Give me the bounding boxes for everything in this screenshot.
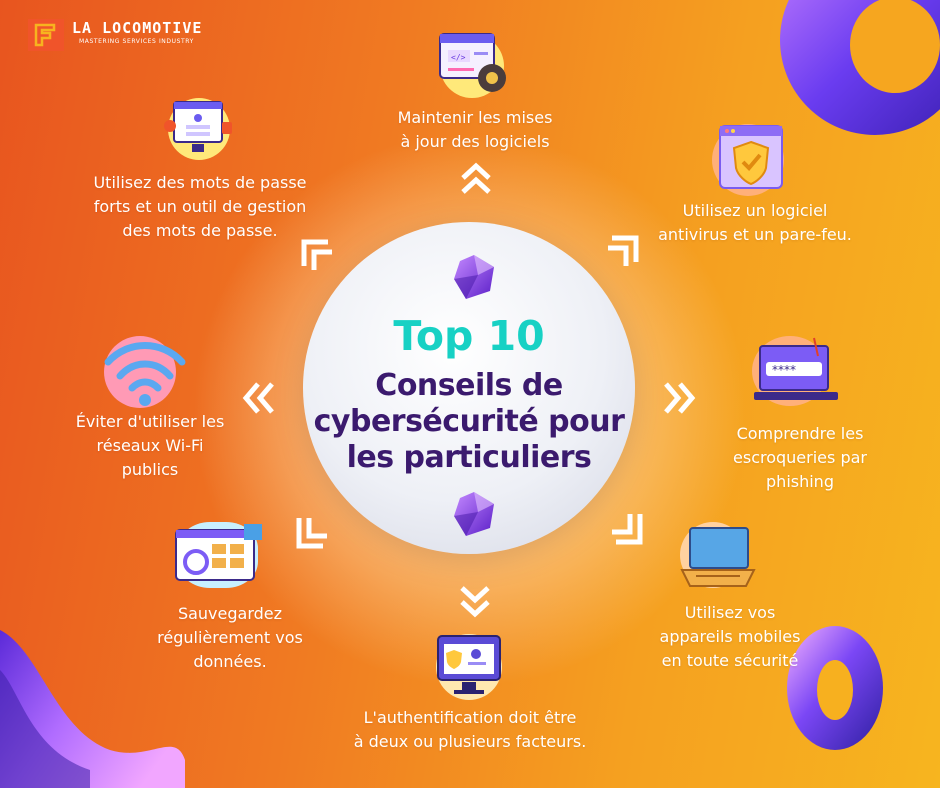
tip-passwords: Utilisez des mots de passe forts et un o… xyxy=(80,171,320,243)
center-title: Top 10 xyxy=(393,312,545,360)
wifi-icon xyxy=(104,336,186,408)
center-subtitle: Conseils de cybersécurité pour les parti… xyxy=(303,368,635,476)
tip-mobile-line2: appareils mobiles xyxy=(659,627,801,646)
tip-phishing: Comprendre les escroqueries par phishing xyxy=(700,422,900,494)
tip-wifi-line3: publics xyxy=(121,460,179,479)
logo-name: LA LOCOMOTIVE xyxy=(72,19,203,37)
tip-wifi-line2: réseaux Wi-Fi xyxy=(96,436,204,455)
tip-backup-line1: Sauvegardez xyxy=(177,604,283,623)
arrow-down xyxy=(458,584,492,624)
center-subtitle-line3: les particuliers xyxy=(346,440,592,475)
tip-phishing-line2: escroqueries par xyxy=(733,448,867,467)
tip-antivirus: Utilisez un logiciel antivirus et un par… xyxy=(640,199,870,247)
gem-icon-bottom xyxy=(454,492,494,536)
tip-backup-line3: données. xyxy=(193,652,267,671)
tip-antivirus-line1: Utilisez un logiciel xyxy=(682,201,828,220)
tip-passwords-line3: des mots de passe. xyxy=(122,221,278,240)
code-settings-icon: </> xyxy=(439,33,506,98)
tip-mfa-line1: L'authentification doit être xyxy=(363,708,577,727)
tip-mobile-line1: Utilisez vos xyxy=(684,603,776,622)
arrow-down-right xyxy=(606,508,646,552)
tip-passwords-line2: forts et un outil de gestion xyxy=(93,197,307,216)
login-screen-icon xyxy=(164,98,232,160)
tip-backup: Sauvegardez régulièrement vos données. xyxy=(130,602,330,674)
tip-wifi-line1: Éviter d'utiliser les xyxy=(75,412,225,431)
tip-mfa-line2: à deux ou plusieurs facteurs. xyxy=(353,732,587,751)
backup-dashboard-icon xyxy=(175,522,262,588)
tip-phishing-line3: phishing xyxy=(766,472,834,491)
laptop-icon xyxy=(680,522,756,588)
arrow-right xyxy=(662,380,698,420)
tip-updates-line1: Maintenir les mises xyxy=(397,108,553,127)
tip-updates: Maintenir les mises à jour des logiciels xyxy=(370,106,580,154)
arrow-left xyxy=(240,380,276,420)
logo-mark-icon xyxy=(28,19,64,51)
tip-mfa: L'authentification doit être à deux ou p… xyxy=(340,706,600,754)
svg-text:****: **** xyxy=(772,363,796,377)
tip-phishing-line1: Comprendre les xyxy=(736,424,864,443)
arrow-down-left xyxy=(293,512,333,556)
arrow-up xyxy=(459,160,493,202)
logo-tagline: MASTERING SERVICES INDUSTRY xyxy=(79,38,194,45)
tip-updates-line2: à jour des logiciels xyxy=(400,132,550,151)
profile-shield-icon xyxy=(436,634,502,700)
arrow-up-right xyxy=(602,232,642,276)
tip-mobile: Utilisez vos appareils mobiles en toute … xyxy=(640,601,820,673)
center-subtitle-line1: Conseils de xyxy=(375,368,563,403)
tip-backup-line2: régulièrement vos xyxy=(157,628,303,647)
tip-passwords-line1: Utilisez des mots de passe xyxy=(93,173,307,192)
center-subtitle-line2: cybersécurité pour xyxy=(313,404,625,439)
tip-wifi: Éviter d'utiliser les réseaux Wi-Fi publ… xyxy=(60,410,240,482)
tip-mobile-line3: en toute sécurité xyxy=(661,651,799,670)
password-laptop-icon: **** xyxy=(752,336,838,406)
tip-antivirus-line2: antivirus et un pare-feu. xyxy=(658,225,852,244)
svg-text:</>: </> xyxy=(451,53,466,62)
gem-icon-top xyxy=(454,255,494,299)
shield-browser-icon xyxy=(712,124,784,196)
